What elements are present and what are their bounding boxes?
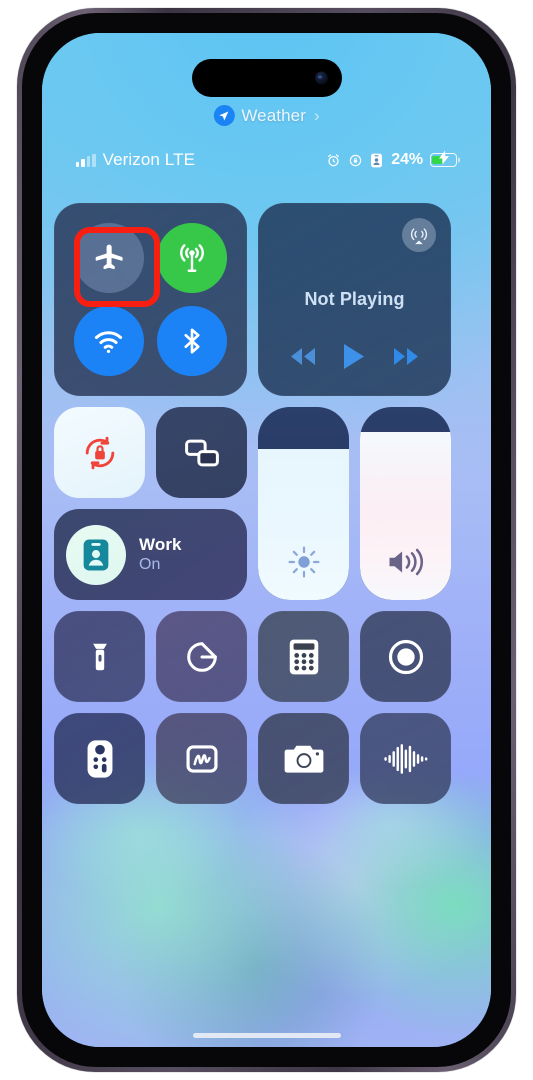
connectivity-module <box>54 203 247 396</box>
sound-recognition-button[interactable] <box>360 713 451 804</box>
play-button[interactable] <box>342 343 366 370</box>
location-arrow-icon <box>213 105 235 126</box>
media-controls <box>258 343 451 370</box>
control-center-row-1: Not Playing <box>54 203 479 396</box>
dynamic-island[interactable] <box>191 59 342 97</box>
focus-text-group: Work On <box>139 535 182 574</box>
cellular-signal-icon <box>76 153 96 167</box>
home-indicator[interactable] <box>192 1033 341 1038</box>
screen-mirroring-button[interactable] <box>156 407 247 498</box>
cellular-data-toggle[interactable] <box>157 222 228 293</box>
camera-button[interactable] <box>258 713 349 804</box>
carrier-label: Verizon LTE <box>102 150 196 169</box>
phone-screen: Weather › Verizon LTE 24% Not Playing Wo… <box>42 33 491 1047</box>
status-bar-right: 24% <box>326 150 460 170</box>
phone-frame: Weather › Verizon LTE 24% Not Playing Wo… <box>17 8 516 1072</box>
rotation-lock-toggle[interactable] <box>54 407 145 498</box>
back-to-app-pill[interactable]: Weather › <box>213 105 320 126</box>
brightness-icon <box>258 544 349 580</box>
focus-badge-icon <box>370 153 383 168</box>
focus-mode-module[interactable]: Work On <box>54 509 247 600</box>
status-bar-left: Verizon LTE <box>76 150 195 170</box>
brightness-slider[interactable] <box>258 407 349 600</box>
rotation-mirroring-row <box>54 407 247 498</box>
rewind-button[interactable] <box>288 346 318 367</box>
focus-badge-icon <box>66 524 126 585</box>
control-center-row-2: Work On <box>54 407 479 600</box>
airplane-mode-toggle[interactable] <box>73 222 144 293</box>
quick-note-button[interactable] <box>156 713 247 804</box>
camera-glint <box>317 75 322 79</box>
status-bar: Verizon LTE 24% <box>42 147 491 173</box>
volume-icon <box>360 544 451 580</box>
battery-cap <box>457 157 460 163</box>
apple-tv-remote-button[interactable] <box>54 713 145 804</box>
screen-recording-button[interactable] <box>360 611 451 702</box>
timer-button[interactable] <box>156 611 247 702</box>
calculator-button[interactable] <box>258 611 349 702</box>
control-center: Not Playing Work On <box>42 203 491 804</box>
battery-percent-label: 24% <box>391 151 423 168</box>
flashlight-button[interactable] <box>54 611 145 702</box>
volume-slider[interactable] <box>360 407 451 600</box>
battery-icon <box>430 150 460 170</box>
phone-bezel: Weather › Verizon LTE 24% Not Playing Wo… <box>22 13 511 1067</box>
front-camera-icon <box>314 71 328 85</box>
airplay-audio-icon[interactable] <box>402 218 436 252</box>
wifi-toggle[interactable] <box>73 306 144 377</box>
utility-grid <box>54 611 479 804</box>
rotation-lock-icon <box>348 153 363 168</box>
back-to-app-label: Weather <box>241 105 306 125</box>
media-playback-module[interactable]: Not Playing <box>258 203 451 396</box>
charging-bolt-icon <box>438 150 449 170</box>
focus-name-label: Work <box>139 535 182 554</box>
bluetooth-toggle[interactable] <box>157 306 228 377</box>
fast-forward-button[interactable] <box>391 346 421 367</box>
focus-state-label: On <box>139 556 161 573</box>
chevron-right-icon: › <box>313 105 320 125</box>
now-playing-label: Not Playing <box>304 289 405 309</box>
control-center-left-column: Work On <box>54 407 247 600</box>
alarm-clock-icon <box>326 153 341 168</box>
